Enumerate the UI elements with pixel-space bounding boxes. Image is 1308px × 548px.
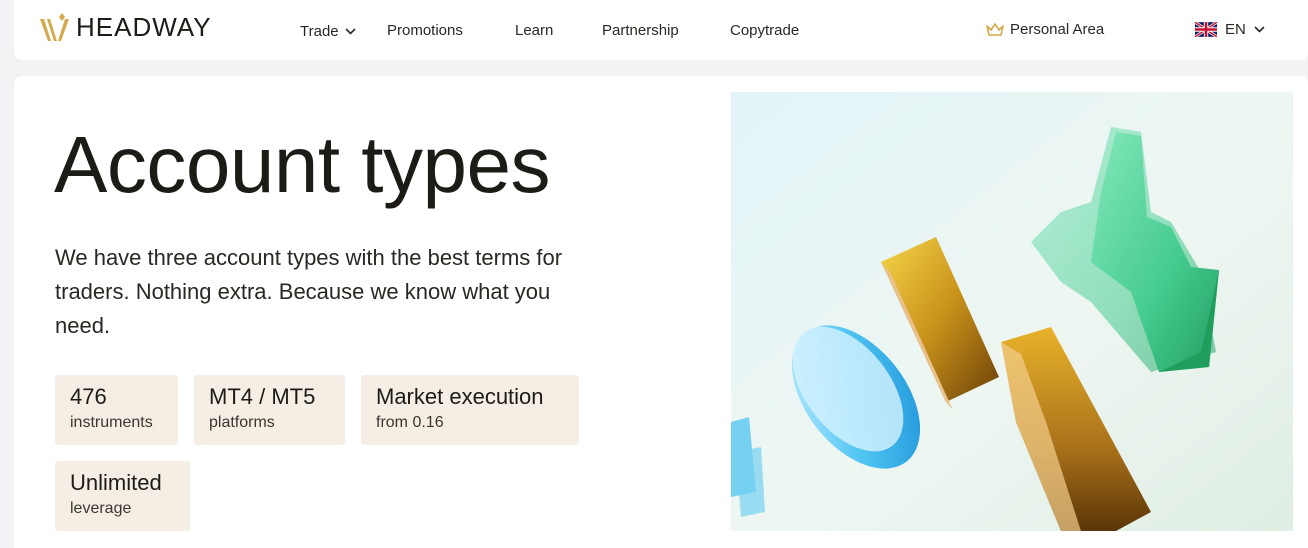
headway-logo[interactable]: HEADWAY bbox=[38, 9, 212, 45]
page-title: Account types bbox=[54, 120, 551, 209]
feature-chip-instruments: 476 instruments bbox=[55, 375, 178, 445]
account-types-section: Account types We have three account type… bbox=[14, 76, 1308, 548]
nav-partnership[interactable]: Partnership bbox=[602, 22, 679, 39]
crown-icon bbox=[986, 22, 1004, 36]
nav-trade-label: Trade bbox=[300, 23, 339, 40]
nav-promotions[interactable]: Promotions bbox=[387, 22, 463, 39]
feature-label: platforms bbox=[209, 414, 275, 431]
chevron-down-icon bbox=[1254, 26, 1265, 33]
feature-value: Market execution bbox=[376, 384, 544, 409]
nav-learn[interactable]: Learn bbox=[515, 22, 553, 39]
feature-label: leverage bbox=[70, 500, 132, 517]
feature-label: instruments bbox=[70, 414, 153, 431]
feature-chip-leverage: Unlimited leverage bbox=[55, 461, 190, 531]
nav-copytrade[interactable]: Copytrade bbox=[730, 22, 799, 39]
hero-illustration bbox=[731, 92, 1293, 531]
site-header: HEADWAY Trade Promotions Learn Partnersh… bbox=[14, 0, 1308, 60]
headway-logo-icon bbox=[40, 13, 69, 41]
language-selector[interactable]: EN bbox=[1195, 21, 1265, 38]
feature-value: 476 bbox=[70, 384, 107, 409]
logo-text: HEADWAY bbox=[76, 11, 212, 42]
personal-area-label: Personal Area bbox=[1010, 21, 1105, 38]
feature-value: Unlimited bbox=[70, 470, 162, 495]
feature-chip-execution: Market execution from 0.16 bbox=[361, 375, 579, 445]
chevron-down-icon bbox=[345, 22, 356, 39]
feature-label: from 0.16 bbox=[376, 414, 444, 431]
feature-value: MT4 / MT5 bbox=[209, 384, 316, 409]
uk-flag-icon bbox=[1195, 22, 1217, 37]
language-label: EN bbox=[1225, 21, 1246, 38]
nav-trade[interactable]: Trade bbox=[300, 22, 356, 40]
personal-area-link[interactable]: Personal Area bbox=[986, 21, 1104, 38]
feature-chip-platforms: MT4 / MT5 platforms bbox=[194, 375, 345, 445]
page-description: We have three account types with the bes… bbox=[55, 245, 563, 338]
hero-illustration-graphic bbox=[731, 92, 1293, 531]
